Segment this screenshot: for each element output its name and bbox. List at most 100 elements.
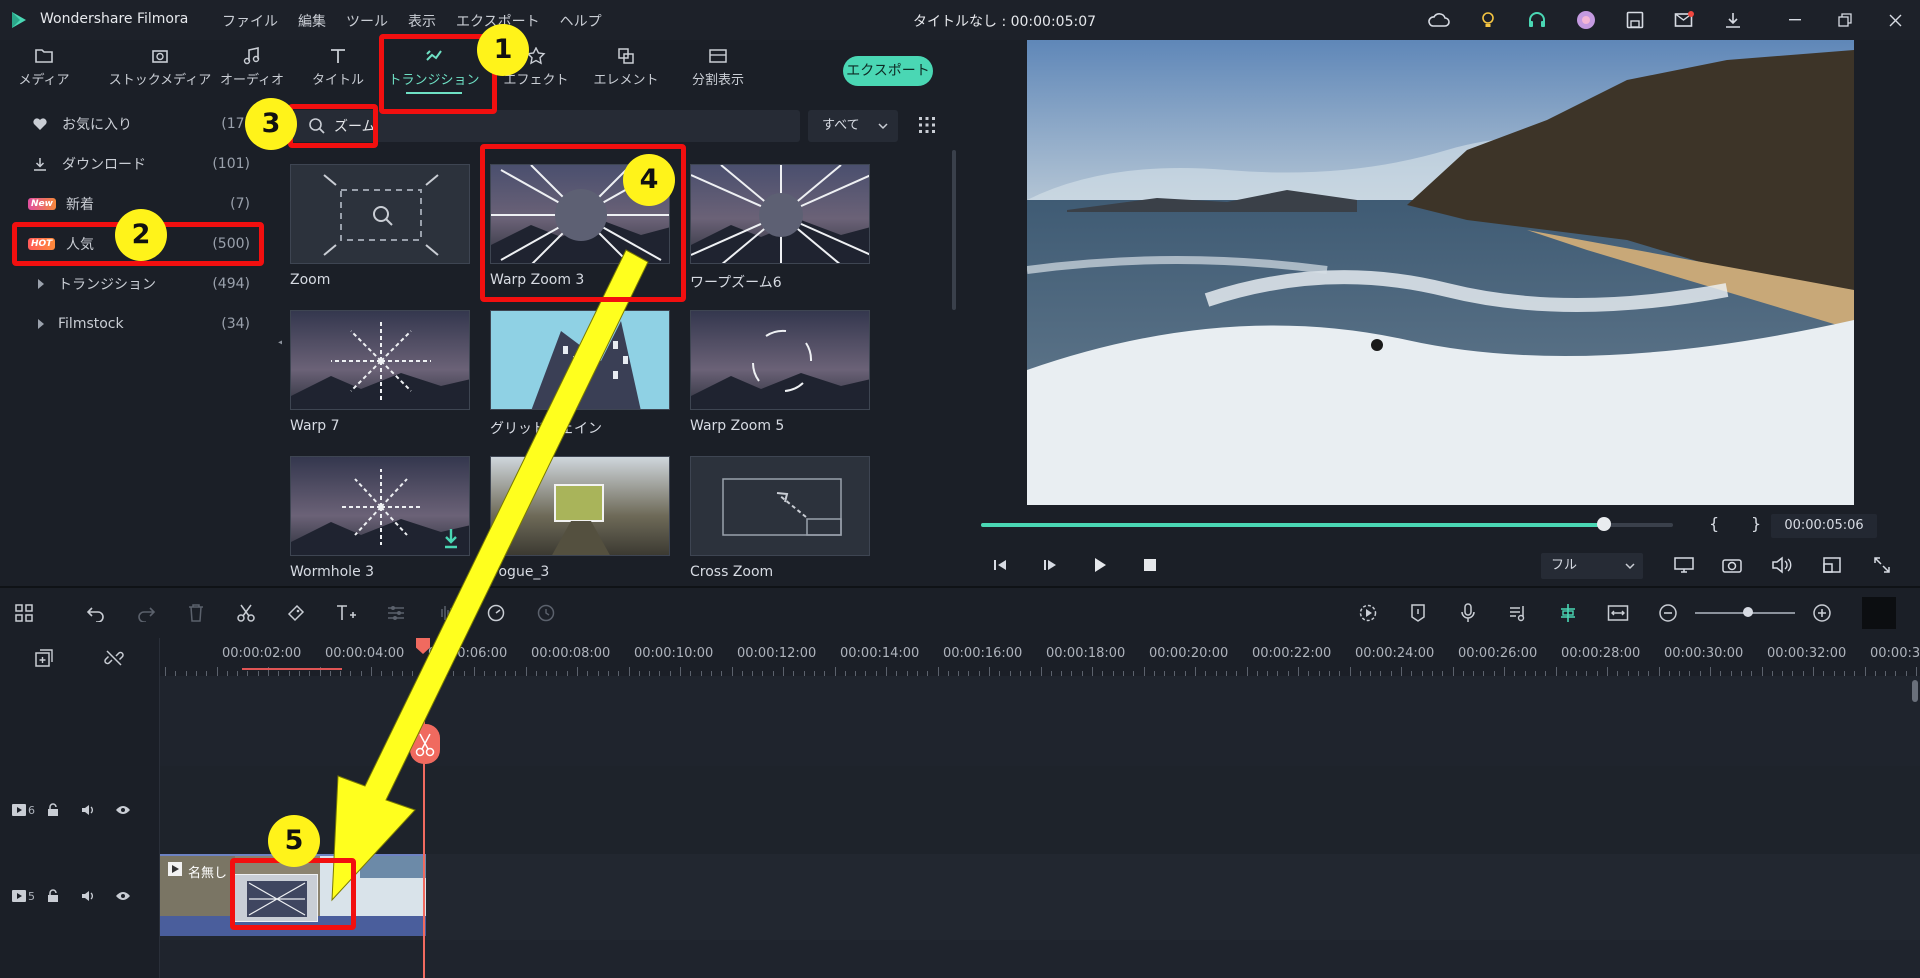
- tile-name: Warp Zoom 5: [690, 418, 785, 434]
- ruler-time-label: 00:00:28:00: [1561, 646, 1641, 661]
- progress-fill: [981, 523, 1604, 527]
- pip-icon[interactable]: [1819, 552, 1845, 578]
- menu-view[interactable]: 表示: [408, 11, 436, 31]
- minimize-icon[interactable]: [1770, 0, 1820, 40]
- eye-icon[interactable]: [115, 805, 131, 815]
- step-badge-4: 4: [623, 154, 675, 206]
- sidebar-item-count: (101): [212, 156, 250, 172]
- progress-knob[interactable]: [1596, 517, 1611, 531]
- transition-tile-warp-zoom-5[interactable]: Warp Zoom 5: [678, 310, 870, 450]
- restore-icon[interactable]: [1820, 0, 1870, 40]
- speed-icon[interactable]: [484, 601, 508, 625]
- previous-frame-icon[interactable]: [987, 552, 1013, 578]
- redo-icon[interactable]: [134, 601, 158, 625]
- menu-edit[interactable]: 編集: [298, 11, 326, 31]
- snapshot-icon[interactable]: [1719, 552, 1745, 578]
- timer-icon[interactable]: [534, 601, 558, 625]
- sidebar-item-favorites[interactable]: お気に入り (17): [0, 104, 260, 144]
- transition-tile-warp-zoom-6[interactable]: ワープズーム6: [678, 164, 870, 304]
- transition-tile-warp-7[interactable]: Warp 7: [278, 310, 470, 450]
- mail-icon[interactable]: [1667, 0, 1701, 40]
- speaker-icon[interactable]: [81, 890, 95, 902]
- export-button[interactable]: エクスポート: [843, 56, 933, 86]
- lock-icon[interactable]: [47, 889, 59, 903]
- volume-icon[interactable]: [1769, 552, 1795, 578]
- undo-icon[interactable]: [84, 601, 108, 625]
- mark-in-button[interactable]: {: [1709, 514, 1719, 533]
- display-settings-icon[interactable]: [1671, 552, 1697, 578]
- stop-icon[interactable]: [1137, 552, 1163, 578]
- timeline-ruler[interactable]: 00:00:02:00 00:00:04:00 00:00:06:00 00:00:0…: [160, 638, 1920, 676]
- headset-icon[interactable]: [1520, 0, 1554, 40]
- transition-tile-vogue-3[interactable]: Vogue_3: [478, 456, 670, 596]
- tab-element[interactable]: エレメント: [578, 44, 674, 94]
- mark-out-button[interactable]: }: [1751, 514, 1761, 533]
- split-at-playhead-icon[interactable]: [410, 724, 440, 764]
- scissors-icon[interactable]: [234, 601, 258, 625]
- snap-icon[interactable]: [1556, 601, 1580, 625]
- zoom-in-icon[interactable]: [1810, 601, 1834, 625]
- microphone-icon[interactable]: [1456, 601, 1480, 625]
- caret-right-icon[interactable]: [38, 319, 44, 329]
- search-input[interactable]: [334, 115, 784, 137]
- play-icon[interactable]: [1087, 552, 1113, 578]
- tile-thumbnail: [690, 456, 870, 556]
- playback-progress[interactable]: [981, 523, 1673, 527]
- ruler-time-label: 00:00:22:00: [1252, 646, 1332, 661]
- delete-icon[interactable]: [184, 601, 208, 625]
- track-header-5: 5: [0, 866, 160, 926]
- fit-timeline-icon[interactable]: [1606, 601, 1630, 625]
- menu-help[interactable]: ヘルプ: [560, 11, 602, 31]
- download-icon[interactable]: [1716, 0, 1750, 40]
- speaker-icon[interactable]: [81, 804, 95, 816]
- menu-tools[interactable]: ツール: [346, 11, 388, 31]
- filter-select[interactable]: すべて: [808, 110, 898, 142]
- transition-tile-zoom[interactable]: Zoom: [278, 164, 470, 304]
- sidebar-item-transition[interactable]: トランジション (494): [0, 264, 260, 304]
- browser-scrollbar[interactable]: [952, 150, 956, 310]
- layout-icon[interactable]: [12, 601, 36, 625]
- panel-toggle-icon[interactable]: [1862, 597, 1896, 629]
- transition-tile-wormhole-3[interactable]: Wormhole 3: [278, 456, 470, 596]
- add-text-icon[interactable]: [334, 601, 358, 625]
- ruler-time-label: 00:00:12:00: [737, 646, 817, 661]
- tab-split-screen[interactable]: 分割表示: [670, 44, 766, 94]
- tab-audio[interactable]: オーディオ: [204, 44, 300, 94]
- preview-quality-select[interactable]: フル: [1541, 553, 1643, 579]
- audio-split-icon[interactable]: [434, 601, 458, 625]
- sidebar-item-downloads[interactable]: ダウンロード (101): [0, 144, 260, 184]
- eye-icon[interactable]: [115, 891, 131, 901]
- next-frame-icon[interactable]: [1037, 552, 1063, 578]
- timeline-scrollbar[interactable]: [1912, 680, 1918, 702]
- fullscreen-icon[interactable]: [1869, 552, 1895, 578]
- save-icon[interactable]: [1618, 0, 1652, 40]
- zoom-slider-knob[interactable]: [1743, 607, 1753, 617]
- adjust-icon[interactable]: [384, 601, 408, 625]
- tab-media[interactable]: メディア: [0, 44, 92, 94]
- clip-label: 名無し: [188, 866, 228, 881]
- avatar[interactable]: [1569, 0, 1603, 40]
- grid-view-icon[interactable]: [918, 116, 936, 134]
- unlink-icon[interactable]: [102, 646, 126, 670]
- step-badge-3: 3: [245, 98, 297, 150]
- audio-mix-icon[interactable]: [1506, 601, 1530, 625]
- tag-icon[interactable]: [284, 601, 308, 625]
- caret-right-icon[interactable]: [38, 279, 44, 289]
- marker-icon[interactable]: [1406, 601, 1430, 625]
- ruler-tick: [1401, 667, 1402, 676]
- sidebar-item-filmstock[interactable]: Filmstock (34): [0, 304, 260, 344]
- ruler-tick: [680, 667, 681, 676]
- tab-title[interactable]: タイトル: [290, 44, 386, 94]
- menu-bar: ファイル 編集 ツール 表示 エクスポート ヘルプ: [222, 11, 602, 31]
- close-icon[interactable]: [1870, 0, 1920, 40]
- transition-tile-cross-zoom[interactable]: Cross Zoom: [678, 456, 870, 596]
- lock-icon[interactable]: [47, 803, 59, 817]
- work-area-range[interactable]: [242, 668, 342, 670]
- lightbulb-icon[interactable]: [1471, 0, 1505, 40]
- zoom-out-icon[interactable]: [1656, 601, 1680, 625]
- add-track-icon[interactable]: [32, 646, 56, 670]
- transition-tile-grid-chain[interactable]: グリッドチェイン: [478, 310, 670, 450]
- cloud-icon[interactable]: [1422, 0, 1456, 40]
- menu-file[interactable]: ファイル: [222, 11, 278, 31]
- render-icon[interactable]: [1356, 601, 1380, 625]
